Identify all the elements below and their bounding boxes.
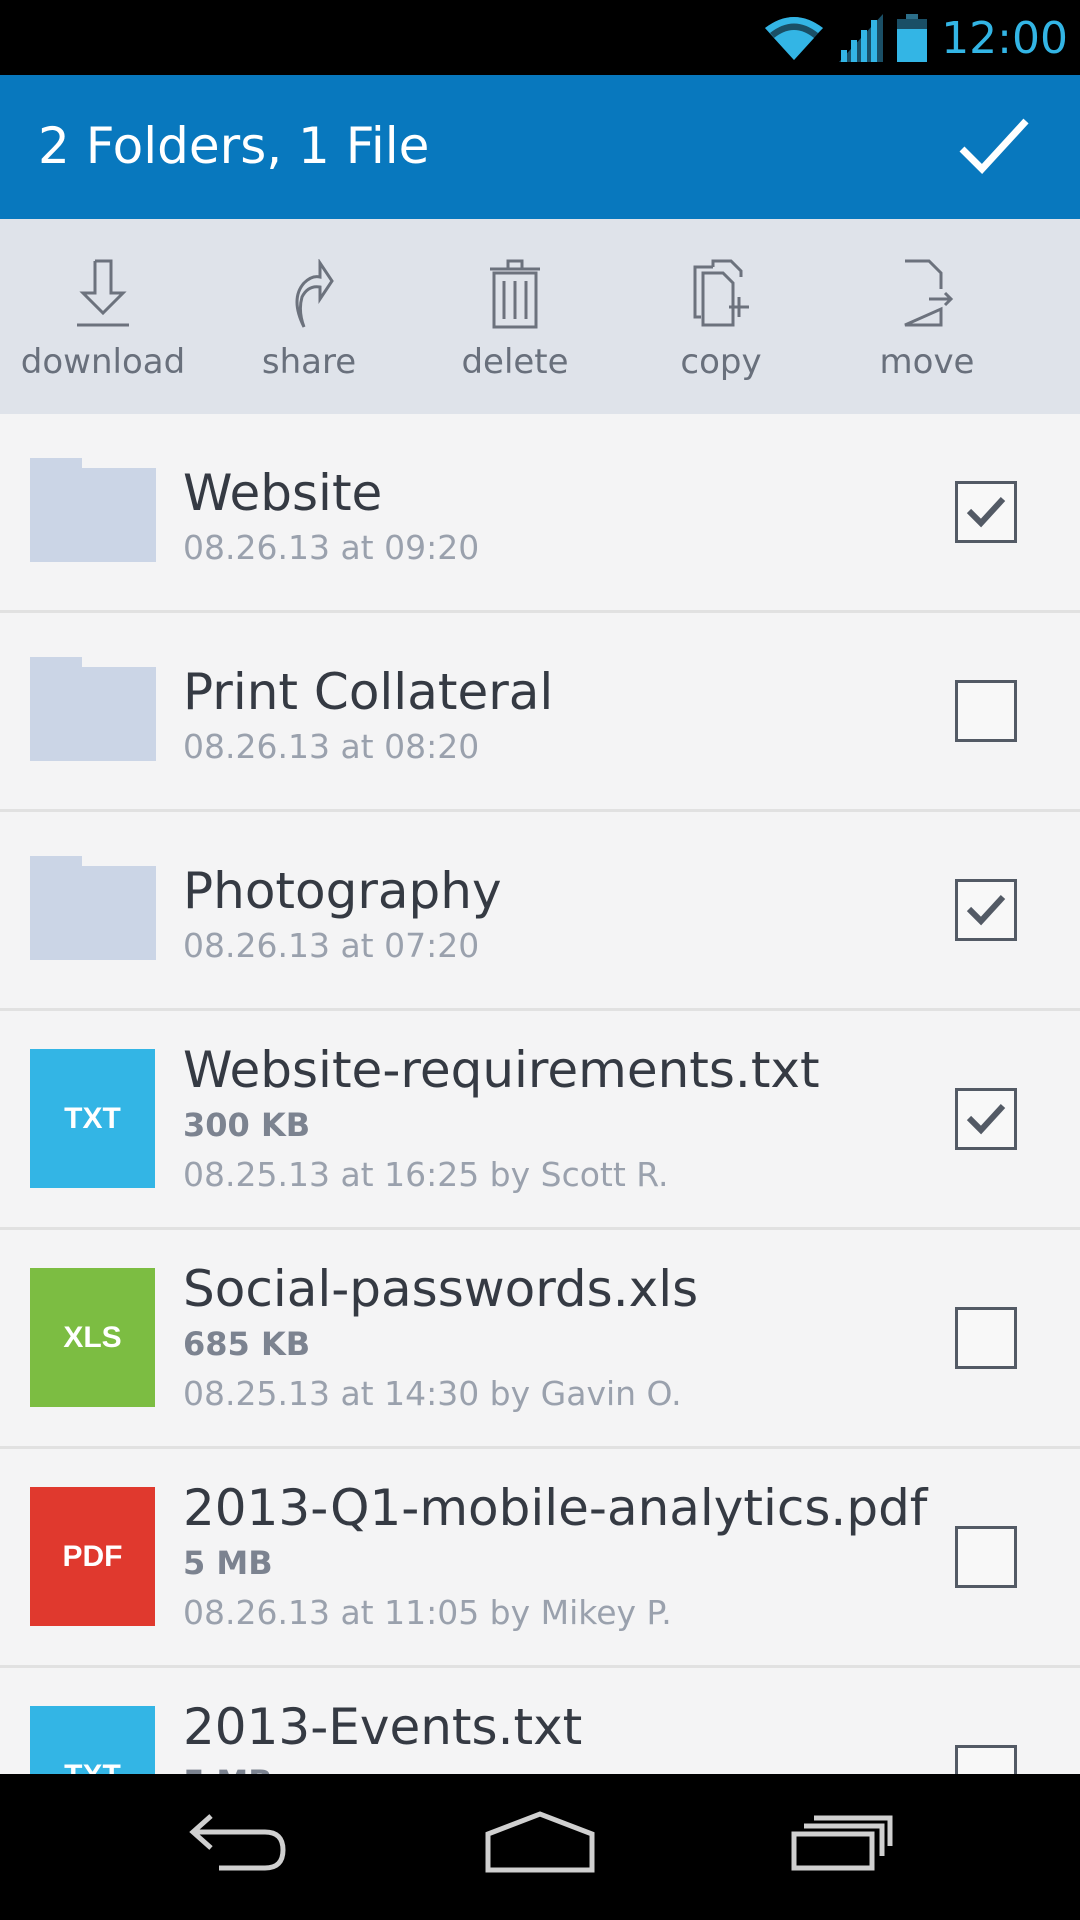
folder-icon bbox=[30, 657, 156, 761]
bulk-action-toolbar: download share delete copy move bbox=[0, 219, 1080, 414]
item-name: Social-passwords.xls bbox=[183, 1260, 699, 1318]
back-button[interactable] bbox=[185, 1804, 289, 1889]
item-checkbox[interactable] bbox=[955, 1307, 1017, 1369]
list-item[interactable]: PDF 2013-Q1-mobile-analytics.pdf 5 MB 08… bbox=[0, 1449, 1080, 1668]
share-label: share bbox=[261, 342, 357, 382]
item-checkbox[interactable] bbox=[955, 481, 1017, 543]
item-checkbox[interactable] bbox=[955, 879, 1017, 941]
navigation-bar bbox=[0, 1774, 1080, 1920]
status-time: 12:00 bbox=[941, 12, 1068, 64]
move-button[interactable]: move bbox=[824, 219, 1030, 414]
item-size: 685 KB bbox=[183, 1325, 311, 1363]
list-item[interactable]: Print Collateral 08.26.13 at 08:20 bbox=[0, 613, 1080, 812]
item-date: 08.26.13 at 08:20 bbox=[183, 727, 480, 766]
folder-icon bbox=[30, 458, 156, 562]
check-icon bbox=[966, 496, 1006, 528]
item-date: 08.26.13 at 09:20 bbox=[183, 528, 480, 567]
item-size: 5 MB bbox=[183, 1763, 273, 1774]
done-button[interactable] bbox=[956, 113, 1032, 181]
trash-icon bbox=[490, 259, 540, 329]
share-icon bbox=[295, 259, 334, 328]
home-button[interactable] bbox=[484, 1804, 596, 1889]
recents-icon bbox=[791, 1815, 893, 1871]
list-item[interactable]: TXT Website-requirements.txt 300 KB 08.2… bbox=[0, 1011, 1080, 1230]
item-date: 08.26.13 at 11:05 by Mikey P. bbox=[183, 1593, 672, 1632]
copy-label: copy bbox=[680, 342, 762, 382]
download-icon bbox=[77, 259, 129, 327]
check-icon bbox=[966, 1103, 1006, 1135]
item-checkbox[interactable] bbox=[955, 680, 1017, 742]
copy-icon bbox=[693, 259, 749, 327]
item-name: Website-requirements.txt bbox=[183, 1041, 820, 1099]
action-bar: 2 Folders, 1 File bbox=[0, 75, 1080, 219]
wifi-icon bbox=[765, 17, 824, 60]
copy-button[interactable]: copy bbox=[618, 219, 824, 414]
list-item[interactable]: Website 08.26.13 at 09:20 bbox=[0, 414, 1080, 613]
delete-button[interactable]: delete bbox=[412, 219, 618, 414]
check-icon bbox=[966, 894, 1006, 926]
item-name: Photography bbox=[183, 862, 502, 920]
item-checkbox[interactable] bbox=[955, 1745, 1017, 1774]
file-list: Website 08.26.13 at 09:20 Print Collater… bbox=[0, 414, 1080, 1774]
list-item[interactable]: TXT 2013-Events.txt 5 MB bbox=[0, 1668, 1080, 1774]
share-button[interactable]: share bbox=[206, 219, 412, 414]
item-size: 300 KB bbox=[183, 1106, 311, 1144]
status-icons: 12:00 bbox=[763, 10, 1068, 66]
item-name: Website bbox=[183, 464, 383, 522]
txt-file-icon: TXT bbox=[30, 1706, 155, 1774]
download-label: download bbox=[20, 342, 186, 382]
xls-file-icon: XLS bbox=[30, 1268, 155, 1407]
item-date: 08.25.13 at 14:30 by Gavin O. bbox=[183, 1374, 682, 1413]
signal-icon bbox=[839, 14, 884, 62]
txt-file-icon: TXT bbox=[30, 1049, 155, 1188]
item-date: 08.26.13 at 07:20 bbox=[183, 926, 480, 965]
delete-label: delete bbox=[461, 342, 569, 382]
list-item[interactable]: XLS Social-passwords.xls 685 KB 08.25.13… bbox=[0, 1230, 1080, 1449]
item-checkbox[interactable] bbox=[955, 1088, 1017, 1150]
pdf-file-icon: PDF bbox=[30, 1487, 155, 1626]
move-label: move bbox=[879, 342, 975, 382]
list-item[interactable]: Photography 08.26.13 at 07:20 bbox=[0, 812, 1080, 1011]
download-button[interactable]: download bbox=[0, 219, 206, 414]
selection-title: 2 Folders, 1 File bbox=[38, 117, 430, 175]
home-icon bbox=[485, 1811, 595, 1873]
item-name: 2013-Q1-mobile-analytics.pdf bbox=[183, 1479, 928, 1537]
check-icon bbox=[959, 118, 1029, 175]
item-checkbox[interactable] bbox=[955, 1526, 1017, 1588]
back-icon bbox=[189, 1814, 286, 1871]
item-date: 08.25.13 at 16:25 by Scott R. bbox=[183, 1155, 669, 1194]
status-bar: 12:00 bbox=[0, 0, 1080, 75]
item-name: 2013-Events.txt bbox=[183, 1698, 583, 1756]
move-icon bbox=[904, 259, 954, 327]
recent-apps-button[interactable] bbox=[790, 1804, 894, 1889]
battery-icon bbox=[897, 14, 928, 62]
folder-icon bbox=[30, 856, 156, 960]
item-size: 5 MB bbox=[183, 1544, 273, 1582]
item-name: Print Collateral bbox=[183, 663, 554, 721]
